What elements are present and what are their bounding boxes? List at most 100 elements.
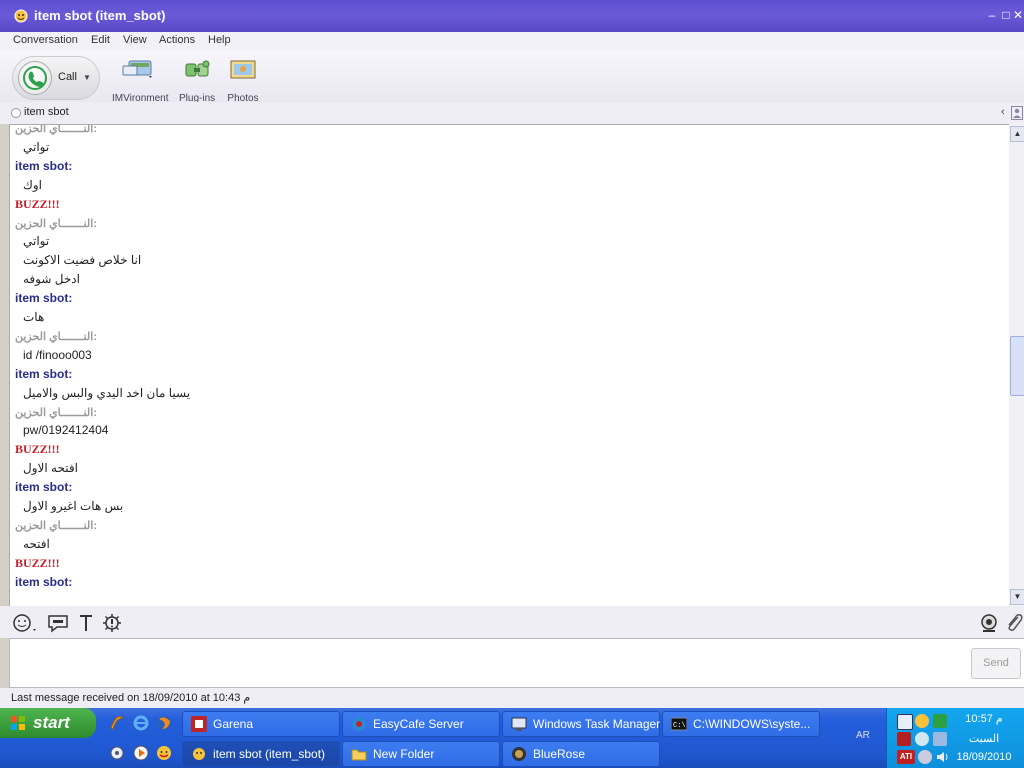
buzz-notice: BUZZ!!! (15, 196, 60, 211)
task-label: Garena (213, 717, 254, 731)
message-sender: النـــــــاي الحزين: (15, 519, 97, 532)
volume-icon[interactable] (936, 750, 950, 764)
language-indicator[interactable]: AR (856, 730, 874, 746)
scroll-down-icon[interactable]: ▼ (1010, 589, 1024, 605)
photo-icon (230, 60, 256, 79)
chevron-left-icon[interactable]: ‹ (1001, 106, 1005, 118)
contact-card-icon[interactable] (1011, 106, 1023, 120)
messenger-icon[interactable] (155, 744, 173, 762)
start-button[interactable]: start (0, 708, 96, 738)
message-sender: item sbot: (15, 480, 73, 495)
clock-day: السبت (968, 733, 1000, 745)
paperclip-icon[interactable] (1005, 613, 1023, 633)
task-garena[interactable]: Garena (182, 711, 340, 737)
task-label: item sbot (item_sbot) (213, 747, 326, 761)
clock-time[interactable]: 10:57 م (949, 712, 1019, 725)
task-command-prompt[interactable]: C:\ C:\WINDOWS\syste... (662, 711, 820, 737)
call-label: Call (58, 71, 77, 83)
task-new-folder[interactable]: New Folder (342, 741, 500, 767)
task-windows-task-manager[interactable]: Windows Task Manager (502, 711, 660, 737)
tray-app-icon[interactable] (933, 714, 947, 728)
message-sender: item sbot: (15, 574, 73, 589)
message-text: هات (23, 310, 45, 324)
message-text: id /finooo003 (23, 347, 92, 362)
message-sender: النـــــــاي الحزين: (15, 330, 97, 343)
start-label: start (33, 713, 70, 732)
firefox-icon[interactable] (155, 714, 173, 732)
tray-app-icon[interactable] (933, 732, 947, 746)
title-bar: item sbot (item_sbot) – □ ✕ (0, 0, 1024, 32)
send-button[interactable]: Send (971, 648, 1021, 679)
message-text: افتحه (23, 536, 50, 551)
message-text: يسيا مان اخد اليدي والبس والاميل (23, 385, 191, 400)
imvironment-button[interactable]: IMVironment (112, 58, 169, 104)
scroll-thumb[interactable] (1010, 336, 1024, 396)
phone-icon (18, 61, 52, 95)
task-label: C:\WINDOWS\syste... (693, 717, 811, 731)
buzz-notice: BUZZ!!! (15, 442, 60, 457)
message-text: تواتي (23, 139, 50, 154)
menu-conversation[interactable]: Conversation (13, 34, 78, 46)
toolbar: Call ▼ IMVironment Plug-ins Photos (0, 50, 1024, 104)
message-text: بس هات اغيرو الاول (23, 499, 124, 513)
emoticon-icon[interactable] (12, 613, 38, 633)
message-sender: item sbot: (15, 158, 73, 173)
menu-edit[interactable]: Edit (91, 34, 110, 46)
last-message-status: Last message received on 18/09/2010 at 1… (11, 692, 251, 704)
status-icon (11, 108, 21, 118)
scroll-up-icon[interactable]: ▲ (1010, 126, 1024, 142)
text-format-icon[interactable] (78, 613, 94, 633)
menu-help[interactable]: Help (208, 34, 231, 46)
nudge-icon[interactable] (102, 613, 122, 633)
task-easycafe-server[interactable]: EasyCafe Server (342, 711, 500, 737)
garena-icon (191, 716, 207, 732)
message-sender: النـــــــاي الحزين: (15, 124, 97, 135)
bluerose-icon (512, 747, 526, 761)
task-bluerose[interactable]: BlueRose (502, 741, 660, 767)
audible-icon[interactable] (47, 613, 69, 633)
quicklaunch-app-icon[interactable] (108, 744, 126, 762)
taskbar: start Garena EasyCafe Server Windows Tas… (0, 708, 1024, 768)
imvironment-icon (122, 60, 152, 78)
task-item-sbot[interactable]: item sbot (item_sbot) (182, 741, 340, 767)
buzz-notice: BUZZ!!! (15, 555, 60, 570)
webcam-icon[interactable] (979, 613, 999, 633)
conversation-history: النـــــــاي الحزين: تواتي item sbot: اوك BU… (9, 124, 1011, 608)
status-bar: Last message received on 18/09/2010 at 1… (0, 688, 1024, 708)
close-button[interactable]: ✕ (1012, 9, 1024, 21)
windows-logo-icon (11, 716, 25, 730)
clock-date: 18/09/2010 (956, 751, 1012, 763)
ati-icon[interactable]: ATI (897, 750, 915, 764)
media-player-icon[interactable] (132, 744, 150, 762)
message-text: ادخل شوفه (23, 272, 80, 287)
menu-view[interactable]: View (123, 34, 147, 46)
task-manager-icon (511, 717, 527, 731)
messenger-tray-icon[interactable] (915, 714, 929, 728)
task-label: New Folder (373, 747, 435, 761)
quicklaunch-app-icon[interactable] (108, 714, 126, 732)
contact-name[interactable]: item sbot (24, 106, 69, 118)
plugins-button[interactable]: Plug-ins (179, 58, 215, 104)
window-title: item sbot (item_sbot) (34, 8, 166, 23)
system-tray: ATI 10:57 م السبت 18/09/2010 (886, 708, 1024, 768)
message-input[interactable] (9, 638, 1024, 688)
internet-explorer-icon[interactable] (132, 714, 150, 732)
task-label: Windows Task Manager (533, 717, 661, 731)
menu-actions[interactable]: Actions (159, 34, 195, 46)
tray-app-icon[interactable] (897, 732, 911, 746)
maximize-button[interactable]: □ (1000, 9, 1012, 21)
network-icon[interactable] (897, 714, 913, 730)
plugin-icon (185, 60, 210, 77)
photos-button[interactable]: Photos (227, 58, 259, 104)
minimize-button[interactable]: – (986, 9, 998, 21)
folder-icon (351, 749, 367, 761)
message-text: pw/0192412404 (23, 423, 109, 438)
message-text: اوك (23, 177, 43, 192)
scrollbar[interactable]: ▲ ▼ (1009, 124, 1024, 606)
call-button[interactable]: Call ▼ (12, 56, 100, 100)
messenger-icon (14, 9, 28, 23)
tray-app-icon[interactable] (918, 750, 932, 764)
tray-app-icon[interactable] (915, 732, 929, 746)
message-sender: item sbot: (15, 291, 73, 306)
console-icon: C:\ (671, 717, 687, 731)
